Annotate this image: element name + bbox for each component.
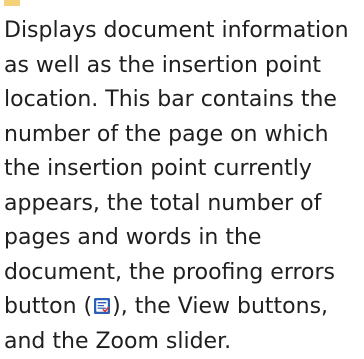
proofing-errors-icon: [93, 292, 111, 310]
description-line-7: pages and words in the: [4, 221, 360, 256]
description-line-9: button ( ), the View buttons,: [4, 290, 360, 325]
description-line-1: Displays document information: [4, 14, 360, 49]
description-line-3: location. This bar contains the: [4, 83, 360, 118]
description-line-9-after-icon: ), the View buttons,: [112, 294, 328, 319]
description-line-5: the insertion point currently: [4, 152, 360, 187]
description-line-9-before-icon: button (: [4, 294, 92, 319]
description-line-10: and the Zoom slider.: [4, 325, 360, 359]
description-panel: Displays document information as well as…: [0, 0, 364, 349]
description-line-4: number of the page on which: [4, 118, 360, 153]
top-marker: [4, 0, 20, 6]
status-bar-description: Displays document information as well as…: [4, 14, 360, 359]
description-line-2: as well as the insertion point: [4, 49, 360, 84]
description-line-6: appears, the total number of: [4, 187, 360, 222]
description-line-8: document, the proofing errors: [4, 256, 360, 291]
